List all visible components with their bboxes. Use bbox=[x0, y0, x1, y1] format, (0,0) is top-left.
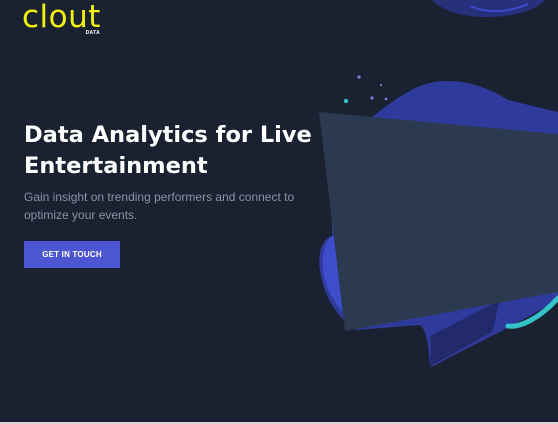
hero-subtitle: Gain insight on trending performers and … bbox=[24, 188, 309, 224]
hero-title-line: Data Analytics for Live bbox=[24, 122, 312, 148]
brand-logo[interactable]: clout DATA bbox=[22, 0, 112, 42]
hero-subtitle-line: optimize your events. bbox=[24, 208, 138, 222]
get-in-touch-button[interactable]: GET IN TOUCH bbox=[24, 241, 120, 268]
floating-dot bbox=[384, 97, 388, 101]
hero-subtitle-line: Gain insight on trending performers and … bbox=[24, 190, 295, 204]
floating-dot bbox=[357, 75, 361, 79]
screen-panel bbox=[319, 112, 558, 331]
floating-dot bbox=[370, 96, 374, 100]
top-blob-shape bbox=[432, 0, 545, 18]
floating-dot bbox=[379, 83, 383, 87]
floating-dot bbox=[343, 98, 349, 104]
logo-subtitle: DATA bbox=[85, 30, 100, 36]
hero-title-line: Entertainment bbox=[24, 153, 208, 179]
landing-page: clout DATA Data Analytics for Live Enter… bbox=[0, 0, 558, 424]
hero-title: Data Analytics for Live Entertainment bbox=[24, 120, 314, 182]
